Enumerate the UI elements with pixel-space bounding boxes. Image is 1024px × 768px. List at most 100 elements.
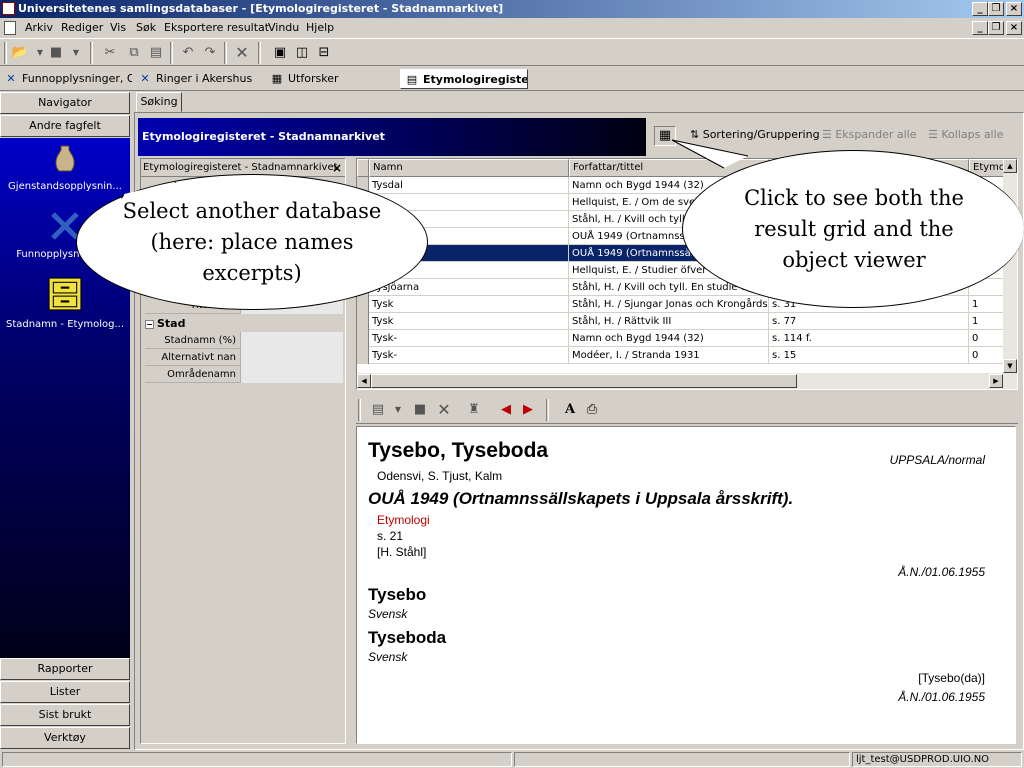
- location-label: Odensvi, S. Tjust, Kalm: [377, 469, 503, 483]
- table-row[interactable]: Tysk Ståhl, H. / Rättvik III s. 77 1: [357, 313, 1005, 330]
- menu-bar: Arkiv Rediger Vis Søk Eksportere resulta…: [0, 18, 1024, 38]
- open-folder-icon[interactable]: 📂: [10, 43, 30, 63]
- tab-soking[interactable]: Søking: [136, 92, 182, 112]
- cascade-windows-icon[interactable]: ▣: [270, 43, 290, 63]
- status-panel-middle: [514, 752, 850, 767]
- menu-rediger[interactable]: Rediger: [61, 18, 103, 38]
- stamp-icon[interactable]: ♜: [464, 400, 484, 420]
- status-bar: ljt_test@USDPROD.UIO.NO: [0, 750, 1024, 768]
- table-cell: Tysdal: [369, 177, 569, 194]
- font-icon[interactable]: A: [560, 400, 580, 420]
- save-icon[interactable]: ■: [410, 400, 430, 420]
- undo-icon[interactable]: ↶: [178, 43, 198, 63]
- dropdown-arrow-icon[interactable]: ▼: [66, 43, 86, 63]
- tab-funnopplysninger[interactable]: ✕Funnopplysninger, Osl: [4, 69, 132, 89]
- column-header-namn[interactable]: Namn: [369, 159, 569, 177]
- dropdown-arrow-icon[interactable]: ▼: [388, 400, 408, 420]
- sist-brukt-button[interactable]: Sist brukt: [0, 704, 130, 726]
- table-cell: Tysk-: [369, 330, 569, 347]
- cut-icon[interactable]: ✂: [100, 43, 120, 63]
- expand-all-button[interactable]: ☰ Ekspander alle: [822, 128, 917, 141]
- status-panel-main: [2, 752, 512, 767]
- copy-icon[interactable]: ⧉: [124, 43, 144, 63]
- menu-hjelp[interactable]: Hjelp: [306, 18, 334, 38]
- delete-icon[interactable]: ✕: [232, 43, 252, 63]
- title-bar: Universitetenes samlingsdatabaser - [Ety…: [0, 0, 1024, 18]
- callout-left-text: Select another database (here: place nam…: [78, 176, 426, 308]
- save-icon[interactable]: ■: [46, 43, 66, 63]
- rapporter-button[interactable]: Rapporter: [0, 658, 130, 680]
- scroll-up-icon[interactable]: ▲: [1003, 159, 1017, 173]
- tab-utforsker[interactable]: ▦ Utforsker: [270, 69, 370, 89]
- table-cell: Tysjöarna: [369, 279, 569, 296]
- scroll-left-icon[interactable]: ◀: [357, 374, 371, 388]
- source-title: OUÅ 1949 (Ortnamnssällskapets i Uppsala …: [368, 489, 794, 508]
- lister-button[interactable]: Lister: [0, 681, 130, 703]
- close-button[interactable]: ×: [1006, 2, 1022, 16]
- author-label: [H. Ståhl]: [377, 545, 427, 559]
- menu-arkiv[interactable]: Arkiv: [25, 18, 53, 38]
- viewer-toolbar: ▤ ▼ ■ ✕ ♜ ◀ ▶ A ⎙: [356, 396, 1018, 424]
- table-cell: Ståhl, H. / Rättvik III: [569, 313, 769, 330]
- category-label: Etymologi: [377, 513, 430, 527]
- doc-minimize-button[interactable]: _: [972, 21, 988, 35]
- table-cell: Modéer, I. / Stranda 1931: [569, 347, 769, 364]
- vertical-scrollbar[interactable]: ▲ ▼: [1003, 159, 1017, 373]
- table-cell: Tysk-: [369, 347, 569, 364]
- verktoy-button[interactable]: Verktøy: [0, 727, 130, 749]
- cabinet-icon: ▤: [406, 73, 418, 86]
- restore-button[interactable]: ❐: [988, 2, 1004, 16]
- menu-sok[interactable]: Søk: [136, 18, 156, 38]
- row-selector[interactable]: [357, 330, 369, 347]
- scroll-right-icon[interactable]: ▶: [989, 374, 1003, 388]
- table-cell: Namn och Bygd 1944 (32): [569, 330, 769, 347]
- nav-item-stadnamn[interactable]: Stadnamn - Etymolog...: [0, 276, 130, 330]
- menu-eksportere[interactable]: Eksportere resultat: [164, 18, 269, 38]
- navigator-button[interactable]: Navigator: [0, 92, 130, 114]
- tab-ringer[interactable]: ✕ Ringer i Akershus: [138, 69, 258, 89]
- document-icon[interactable]: [4, 21, 16, 35]
- andre-fagfelt-button[interactable]: Andre fagfelt: [0, 115, 130, 137]
- table-cell: Ståhl, H. / Sjungar Jonas och Krongårds …: [569, 296, 769, 313]
- paste-icon[interactable]: ▤: [146, 43, 166, 63]
- main-toolbar: 📂 ▼ ■ ▼ ✂ ⧉ ▤ ↶ ↷ ✕ ▣ ◫ ⊟: [0, 38, 1024, 66]
- field-omradenamn[interactable]: Områdenamn: [145, 366, 343, 383]
- field-alternativt-namn[interactable]: Alternativt nan: [145, 349, 343, 366]
- scroll-thumb[interactable]: [371, 374, 797, 388]
- next-record-icon[interactable]: ▶: [518, 400, 538, 420]
- tab-etymologiregistere[interactable]: ▤Etymologiregistere: [400, 69, 528, 89]
- new-record-icon[interactable]: ▤: [368, 400, 388, 420]
- horizontal-scrollbar[interactable]: ◀ ▶: [357, 373, 1017, 389]
- app-icon: [2, 2, 15, 15]
- tile-vertical-icon[interactable]: ◫: [292, 43, 312, 63]
- delete-icon[interactable]: ✕: [434, 400, 454, 420]
- table-cell: 0: [969, 347, 1005, 364]
- status-user: ljt_test@USDPROD.UIO.NO: [852, 752, 1022, 767]
- table-row[interactable]: Tysk- Modéer, I. / Stranda 1931 s. 15 0: [357, 347, 1005, 364]
- close-icon[interactable]: ×: [332, 159, 342, 177]
- table-row[interactable]: Tysk- Namn och Bygd 1944 (32) s. 114 f. 0: [357, 330, 1005, 347]
- field-stadnamn[interactable]: Stadnamn (%): [145, 332, 343, 349]
- menu-vis[interactable]: Vis: [110, 18, 126, 38]
- row-selector[interactable]: [357, 296, 369, 313]
- group-stad[interactable]: − Stad: [145, 315, 343, 332]
- entry-heading: Tysebo, Tyseboda: [368, 439, 549, 462]
- table-cell: 0: [969, 330, 1005, 347]
- doc-close-button[interactable]: ×: [1006, 21, 1022, 35]
- row-selector[interactable]: [357, 347, 369, 364]
- grid-corner: [357, 159, 369, 177]
- print-icon[interactable]: ⎙: [582, 400, 602, 420]
- table-cell: Tysk: [369, 313, 569, 330]
- previous-record-icon[interactable]: ◀: [496, 400, 516, 420]
- collapse-box-icon[interactable]: −: [145, 319, 154, 329]
- collapse-all-button[interactable]: ☰ Kollaps alle: [928, 128, 1003, 141]
- window-title: Universitetenes samlingsdatabaser - [Ety…: [18, 2, 504, 15]
- row-selector[interactable]: [357, 313, 369, 330]
- minimize-button[interactable]: _: [972, 2, 988, 16]
- menu-vindu[interactable]: Vindu: [268, 18, 299, 38]
- scroll-down-icon[interactable]: ▼: [1003, 359, 1017, 373]
- explorer-icon: ▦: [271, 72, 283, 85]
- redo-icon[interactable]: ↷: [200, 43, 220, 63]
- doc-restore-button[interactable]: ❐: [988, 21, 1004, 35]
- tile-horizontal-icon[interactable]: ⊟: [314, 43, 334, 63]
